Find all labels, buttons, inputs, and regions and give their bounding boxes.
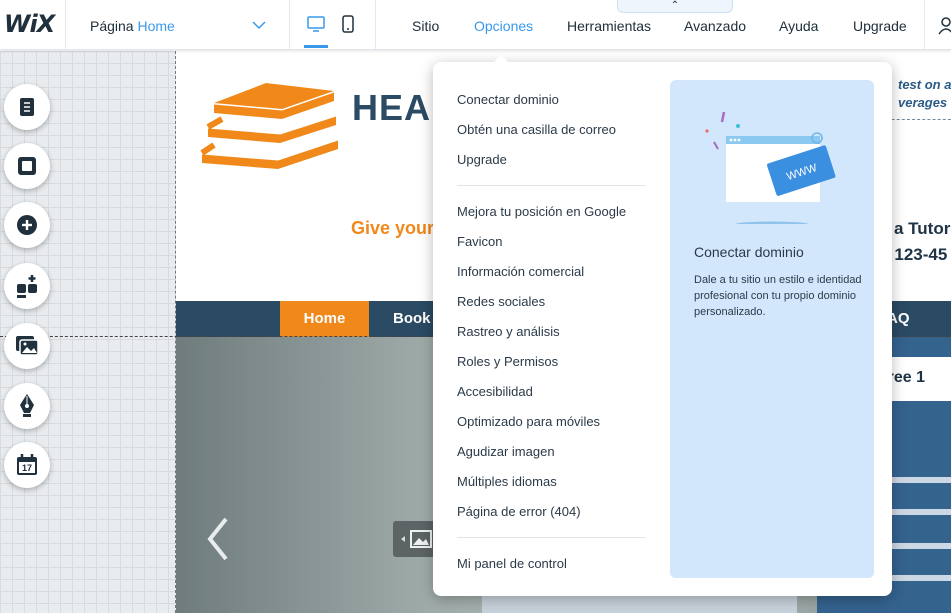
chevron-left-icon[interactable] [206, 517, 230, 561]
media-button[interactable] [4, 323, 50, 369]
user-icon[interactable] [937, 16, 951, 36]
menu-sitio[interactable]: Sitio [412, 18, 439, 34]
page-selector[interactable]: Página Home [90, 18, 175, 34]
menu-ayuda[interactable]: Ayuda [779, 18, 818, 34]
header-phone-text: : 123-45 [884, 245, 948, 264]
menu-item-group1-2[interactable]: Upgrade [457, 152, 507, 167]
header-promo-text: test on a [898, 77, 951, 92]
wix-logo[interactable]: WiX [4, 10, 55, 38]
header-contact-text: a Tutor [894, 219, 951, 238]
apps-icon [17, 275, 37, 298]
menu-item-group3-0[interactable]: Mi panel de control [457, 556, 567, 571]
desktop-view-icon[interactable] [306, 14, 326, 34]
divider [375, 0, 376, 50]
add-icon [17, 215, 37, 235]
top-bar: WiX Página Home ⌃ Sitio Opciones Herrami… [0, 0, 951, 50]
pages-button[interactable] [4, 84, 50, 130]
menu-item-group1-0[interactable]: Conectar dominio [457, 92, 559, 107]
apps-button[interactable] [4, 263, 50, 309]
menu-item-group2-8[interactable]: Agudizar imagen [457, 444, 555, 459]
menu-item-group2-6[interactable]: Accesibilidad [457, 384, 533, 399]
pages-icon [20, 98, 34, 116]
books-logo-icon [200, 83, 339, 169]
media-icon [16, 336, 39, 356]
promo-description: Dale a tu sitio un estilo e identidad pr… [694, 274, 862, 318]
promo-card[interactable]: WWW Conectar dominio Dale a tu sitio un … [670, 80, 874, 578]
menu-item-group2-9[interactable]: Múltiples idiomas [457, 474, 557, 489]
menu-item-group2-0[interactable]: Mejora tu posición en Google [457, 204, 626, 219]
menu-herramientas[interactable]: Herramientas [567, 18, 651, 34]
bookings-button[interactable]: 17 [4, 442, 50, 488]
divider [924, 0, 925, 50]
background-icon [18, 157, 36, 175]
menu-item-group2-3[interactable]: Redes sociales [457, 294, 545, 309]
menu-item-group1-1[interactable]: Obtén una casilla de correo [457, 122, 616, 137]
menu-item-group2-1[interactable]: Favicon [457, 234, 503, 249]
chevron-down-icon[interactable] [252, 15, 266, 35]
menu-upgrade[interactable]: Upgrade [853, 18, 907, 34]
menu-separator [457, 185, 646, 186]
menu-separator [457, 537, 646, 538]
nav-home[interactable]: Home [280, 301, 369, 345]
section-guide-line [175, 51, 176, 613]
active-view-indicator [304, 45, 328, 48]
mobile-view-icon[interactable] [340, 14, 356, 34]
menu-item-group2-2[interactable]: Información comercial [457, 264, 584, 279]
menu-avanzado[interactable]: Avanzado [684, 18, 746, 34]
blog-pen-icon [20, 394, 34, 417]
background-button[interactable] [4, 143, 50, 189]
blog-button[interactable] [4, 383, 50, 429]
header-promo-text: verages o [898, 95, 951, 110]
promo-title: Conectar dominio [694, 244, 804, 260]
divider [289, 0, 290, 50]
menu-item-group2-5[interactable]: Roles y Permisos [457, 354, 558, 369]
current-page-name: Home [137, 18, 175, 34]
domain-illustration-icon: WWW [705, 111, 836, 224]
menu-item-group2-4[interactable]: Rastreo y análisis [457, 324, 560, 339]
site-tagline: Give your [351, 218, 435, 238]
divider [65, 0, 66, 50]
menu-opciones[interactable]: Opciones [474, 18, 533, 34]
add-button[interactable] [4, 202, 50, 248]
collapse-toolbar-button[interactable]: ⌃ [617, 0, 733, 13]
bookings-calendar-icon: 17 [17, 454, 37, 475]
page-selector-label: Página [90, 18, 134, 34]
menu-item-group2-10[interactable]: Página de error (404) [457, 504, 581, 519]
calendar-day-number: 17 [22, 463, 32, 473]
opciones-dropdown-menu: WWW Conectar dominio Dale a tu sitio un … [433, 55, 892, 596]
site-title: HEA [352, 87, 432, 128]
menu-item-group2-7[interactable]: Optimizado para móviles [457, 414, 600, 429]
